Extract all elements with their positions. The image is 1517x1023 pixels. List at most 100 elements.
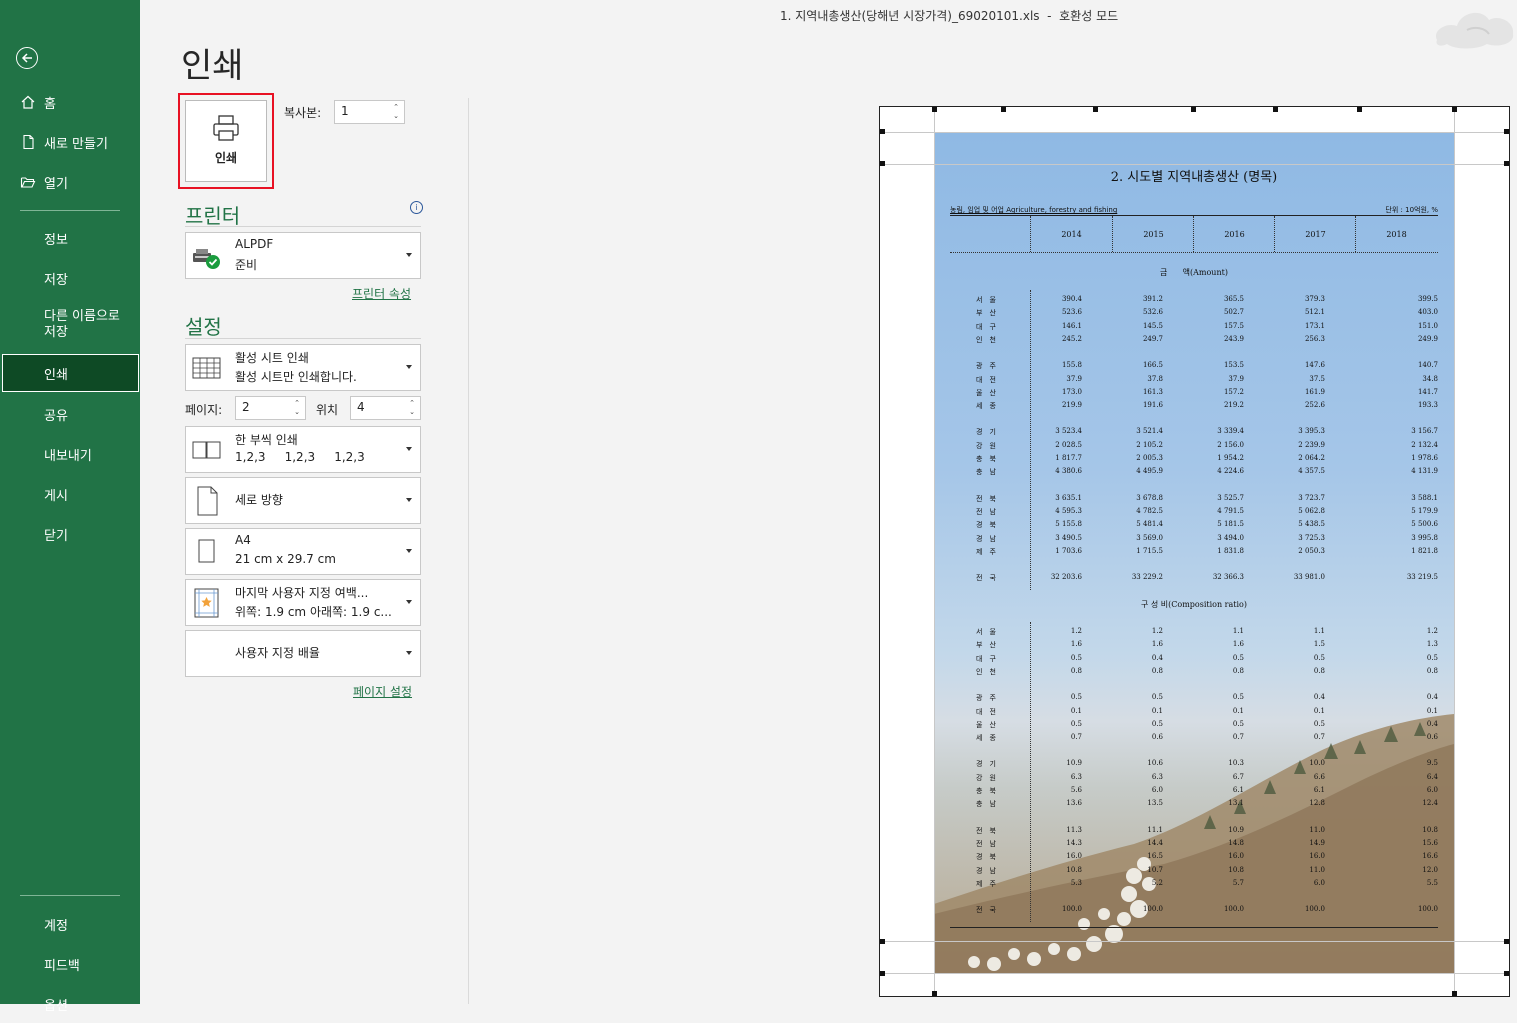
back-arrow-icon[interactable] bbox=[16, 47, 38, 69]
table-cell: 0.7 bbox=[1232, 733, 1244, 742]
table-row: 충남 4 380.6 4 495.9 4 224.6 4 357.5 4 131.9 bbox=[934, 467, 1454, 479]
nav-open[interactable]: 열기 bbox=[0, 163, 140, 201]
region-label: 광주 bbox=[976, 362, 1003, 371]
table-header-rule bbox=[950, 252, 1438, 253]
region-label: 세종 bbox=[976, 734, 1003, 743]
table-row: 울산 173.0 161.3 157.2 161.9 141.7 bbox=[934, 388, 1454, 400]
table-row: 대구 0.5 0.4 0.5 0.5 0.5 bbox=[934, 654, 1454, 666]
printer-name: ALPDF bbox=[235, 237, 274, 251]
table-cell: 5.5 bbox=[1426, 878, 1438, 887]
table-cell: 147.6 bbox=[1304, 361, 1325, 370]
table-row: 경남 10.8 10.7 10.8 11.0 12.0 bbox=[934, 866, 1454, 878]
scaling-dropdown[interactable]: 사용자 지정 배율 bbox=[185, 630, 421, 677]
print-scope-dropdown[interactable]: 활성 시트 인쇄 활성 시트만 인쇄합니다. bbox=[185, 344, 421, 391]
paper-size-dropdown[interactable]: A4 21 cm x 29.7 cm bbox=[185, 528, 421, 575]
margin-handle[interactable] bbox=[880, 939, 885, 944]
table-row: 부산 1.6 1.6 1.6 1.5 1.3 bbox=[934, 640, 1454, 652]
nav-account-label: 계정 bbox=[44, 918, 68, 934]
margin-handle[interactable] bbox=[1504, 161, 1509, 166]
nav-print[interactable]: 인쇄 bbox=[2, 354, 139, 392]
collate-dropdown[interactable]: 한 부씩 인쇄 1,2,3 1,2,3 1,2,3 bbox=[185, 426, 421, 473]
table-cell: 219.2 bbox=[1223, 401, 1244, 410]
table-cell: 0.5 bbox=[1151, 693, 1163, 702]
margins-dropdown[interactable]: 마지막 사용자 지정 여백... 위쪽: 1.9 cm 아래쪽: 1.9 c..… bbox=[185, 579, 421, 626]
nav-publish[interactable]: 게시 bbox=[0, 475, 140, 513]
margin-handle[interactable] bbox=[932, 991, 937, 996]
margin-guide bbox=[1454, 107, 1455, 996]
margins-desc: 위쪽: 1.9 cm 아래쪽: 1.9 c... bbox=[235, 605, 392, 619]
chevron-down-icon bbox=[406, 498, 412, 502]
margin-handle[interactable] bbox=[880, 161, 885, 166]
nav-save-as[interactable]: 다른 이름으로 저장 bbox=[0, 309, 140, 353]
table-cell: 34.8 bbox=[1422, 374, 1438, 383]
nav-new[interactable]: 새로 만들기 bbox=[0, 123, 140, 161]
table-cell: 11.3 bbox=[1066, 825, 1082, 834]
margin-handle[interactable] bbox=[1504, 129, 1509, 134]
table-cell: 502.7 bbox=[1223, 308, 1244, 317]
margin-handle[interactable] bbox=[932, 107, 937, 112]
printer-properties-link[interactable]: 프린터 속성 bbox=[352, 285, 411, 302]
stepper-arrows-icon[interactable]: ⌃ ⌄ bbox=[407, 399, 417, 417]
table-cell: 193.3 bbox=[1417, 401, 1438, 410]
table-row: 세종 0.7 0.6 0.7 0.7 0.6 bbox=[934, 733, 1454, 745]
stepper-arrows-icon[interactable]: ⌃ ⌄ bbox=[292, 399, 302, 417]
print-button-label: 인쇄 bbox=[214, 151, 238, 165]
margin-handle[interactable] bbox=[880, 129, 885, 134]
table-cell: 100.0 bbox=[1223, 905, 1244, 914]
nav-info[interactable]: 정보 bbox=[0, 219, 140, 257]
table-cell: 3 678.8 bbox=[1136, 493, 1163, 502]
nav-home[interactable]: 홈 bbox=[0, 83, 140, 121]
nav-share[interactable]: 공유 bbox=[0, 395, 140, 433]
sheet-grid-icon bbox=[192, 357, 221, 379]
table-cell: 16.6 bbox=[1422, 852, 1438, 861]
margin-handle[interactable] bbox=[1273, 107, 1278, 112]
info-icon[interactable]: i bbox=[410, 201, 423, 214]
region-label: 경북 bbox=[976, 853, 1003, 862]
orientation-dropdown[interactable]: 세로 방향 bbox=[185, 477, 421, 524]
nav-save[interactable]: 저장 bbox=[0, 259, 140, 297]
region-label: 인천 bbox=[976, 667, 1003, 676]
table-row: 대구 146.1 145.5 157.5 173.1 151.0 bbox=[934, 322, 1454, 334]
collate-title: 한 부씩 인쇄 bbox=[235, 433, 298, 447]
region-label: 전남 bbox=[976, 507, 1003, 516]
margin-handle[interactable] bbox=[1504, 939, 1509, 944]
copies-stepper[interactable]: ⌃⌄ bbox=[334, 100, 405, 124]
margin-handle[interactable] bbox=[1357, 107, 1362, 112]
nav-feedback[interactable]: 피드백 bbox=[0, 945, 140, 983]
region-label: 대구 bbox=[976, 322, 1003, 331]
table-cell: 249.7 bbox=[1142, 334, 1163, 343]
pages-from-input[interactable] bbox=[236, 397, 282, 417]
table-cell: 6.3 bbox=[1151, 772, 1163, 781]
margin-handle[interactable] bbox=[1001, 107, 1006, 112]
nav-feedback-label: 피드백 bbox=[44, 958, 80, 974]
margin-handle[interactable] bbox=[1452, 991, 1457, 996]
nav-close[interactable]: 닫기 bbox=[0, 515, 140, 553]
nav-export[interactable]: 내보내기 bbox=[0, 435, 140, 473]
copies-input[interactable] bbox=[335, 101, 381, 121]
margin-handle[interactable] bbox=[1504, 971, 1509, 976]
margin-handle[interactable] bbox=[1093, 107, 1098, 112]
nav-options[interactable]: 옵션 bbox=[0, 985, 140, 1023]
print-button[interactable]: 인쇄 bbox=[185, 100, 267, 182]
margin-handle[interactable] bbox=[1452, 107, 1457, 112]
table-cell: 0.5 bbox=[1232, 653, 1244, 662]
nav-account[interactable]: 계정 bbox=[0, 905, 140, 943]
table-cell: 1 978.6 bbox=[1411, 454, 1438, 462]
nav-print-label: 인쇄 bbox=[44, 367, 68, 383]
chevron-down-icon bbox=[406, 447, 412, 451]
nav-share-label: 공유 bbox=[44, 408, 68, 424]
table-cell: 1 715.5 bbox=[1136, 546, 1163, 555]
printer-dropdown[interactable]: ALPDF 준비 bbox=[185, 232, 421, 279]
table-cell: 12.4 bbox=[1422, 799, 1438, 808]
custom-margins-icon bbox=[194, 588, 219, 618]
pages-from-stepper[interactable]: ⌃⌄ bbox=[235, 396, 306, 420]
stepper-arrows-icon[interactable]: ⌃ ⌄ bbox=[391, 103, 401, 121]
margin-handle[interactable] bbox=[1191, 107, 1196, 112]
table-cell: 173.1 bbox=[1304, 321, 1325, 330]
margin-handle[interactable] bbox=[880, 971, 885, 976]
pages-to-input[interactable] bbox=[351, 397, 397, 417]
pages-to-stepper[interactable]: ⌃⌄ bbox=[350, 396, 421, 420]
table-row: 대전 0.1 0.1 0.1 0.1 0.1 bbox=[934, 707, 1454, 719]
page-setup-link[interactable]: 페이지 설정 bbox=[353, 683, 412, 700]
printer-ready-icon bbox=[193, 249, 220, 269]
